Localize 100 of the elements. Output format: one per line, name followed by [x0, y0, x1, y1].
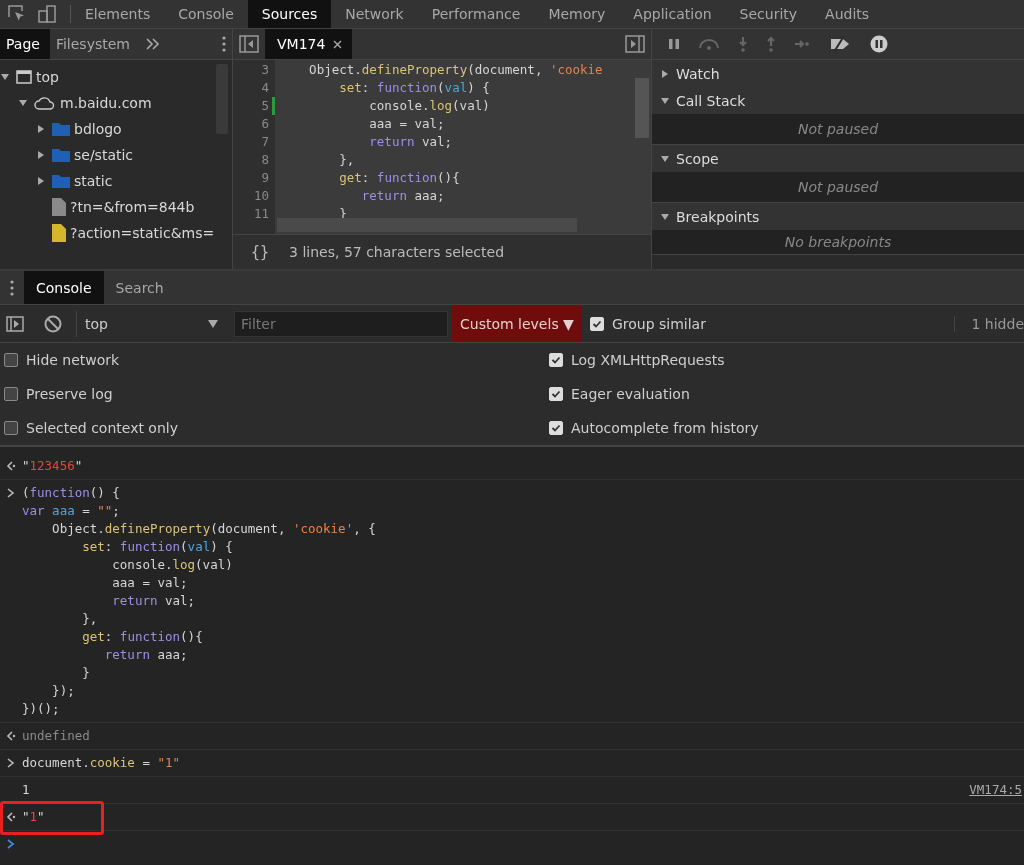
- tree-item[interactable]: se/static: [46, 142, 134, 168]
- section-header[interactable]: Watch: [652, 60, 1024, 87]
- tree-item[interactable]: ?tn=&from=844b: [46, 194, 195, 220]
- collapsed-arrow-icon[interactable]: [36, 150, 46, 160]
- cloud-icon: [34, 96, 56, 110]
- code-line: Object.defineProperty(document, 'cookie: [308, 61, 603, 79]
- panel-tab[interactable]: Network: [331, 0, 418, 28]
- line-number: 5: [233, 97, 275, 115]
- navigator-tab[interactable]: Page: [0, 29, 50, 59]
- result-arrow-icon: [6, 812, 16, 822]
- code-line: console.log(val): [111, 556, 234, 574]
- code-line: }: [81, 664, 91, 682]
- setting-label: Preserve log: [26, 386, 113, 402]
- code-line: Object.defineProperty(document, 'cookie', {: [51, 520, 377, 538]
- code-line: })();: [22, 700, 61, 718]
- panel-tab[interactable]: Application: [619, 0, 726, 28]
- line-number: 6: [260, 115, 270, 133]
- window-icon: [16, 70, 32, 84]
- checkmark-icon: [551, 389, 561, 399]
- tree-item[interactable]: top: [10, 64, 59, 90]
- expanded-arrow-icon[interactable]: [18, 99, 28, 107]
- panel-tab[interactable]: Performance: [417, 0, 535, 28]
- drawer-tab[interactable]: Console: [24, 271, 104, 304]
- checkmark-icon: [591, 318, 602, 329]
- input-chevron-icon: [7, 488, 15, 498]
- setting-label: Autocomplete from history: [571, 420, 759, 436]
- code-line: var aaa = "";: [22, 502, 121, 520]
- code-line: set: function(val) {: [81, 538, 234, 556]
- expanded-arrow-icon[interactable]: [660, 154, 670, 163]
- expanded-arrow-icon[interactable]: [660, 212, 670, 221]
- section-header[interactable]: Call Stack: [652, 87, 1024, 114]
- pause-icon[interactable]: [668, 38, 680, 50]
- scrollbar[interactable]: [635, 78, 649, 138]
- panel-tab[interactable]: Sources: [247, 0, 332, 28]
- panel-tab[interactable]: Console: [164, 0, 248, 28]
- collapsed-arrow-icon[interactable]: [660, 68, 670, 79]
- panel-tab[interactable]: Elements: [71, 0, 165, 28]
- hidden-count: 1 hidde: [954, 315, 1024, 332]
- checkbox[interactable]: [4, 353, 18, 367]
- result-text: "1": [22, 808, 46, 826]
- code-line: document.cookie = "1": [22, 754, 182, 772]
- empty-message: Not paused: [797, 121, 879, 137]
- source-link[interactable]: VM174:5: [963, 781, 1024, 798]
- setting-label: Selected context only: [26, 420, 178, 436]
- code-line: },: [81, 610, 99, 628]
- context-select[interactable]: top: [76, 310, 226, 337]
- tree-item[interactable]: ?action=static&ms=: [46, 220, 215, 246]
- collapsed-arrow-icon[interactable]: [36, 176, 46, 186]
- code-line: return aaa;: [103, 646, 189, 664]
- result-arrow-icon: [6, 731, 16, 741]
- line-number: 11: [252, 205, 270, 223]
- line-number: 7: [260, 133, 270, 151]
- folder-icon: [52, 122, 70, 136]
- log-levels-dropdown[interactable]: Custom levels ▼: [452, 305, 582, 342]
- drawer-tab[interactable]: Search: [103, 271, 176, 304]
- line-number: 4: [260, 79, 270, 97]
- panel-tab[interactable]: Security: [725, 0, 812, 28]
- setting-label: Log XMLHttpRequests: [571, 352, 725, 368]
- section-header[interactable]: Breakpoints: [652, 203, 1024, 230]
- close-icon[interactable]: [333, 39, 343, 49]
- expanded-arrow-icon[interactable]: [0, 73, 10, 81]
- inspect-icon[interactable]: [8, 5, 26, 23]
- result-text: "123456": [22, 457, 84, 475]
- pretty-print-button[interactable]: {}: [245, 243, 276, 261]
- navigator-tab[interactable]: Filesystem: [49, 29, 140, 59]
- code-line: });: [51, 682, 76, 700]
- panel-tab[interactable]: Memory: [534, 0, 620, 28]
- pause-exceptions-icon[interactable]: [870, 35, 888, 53]
- device-icon[interactable]: [38, 5, 56, 23]
- code-line: (function() {: [22, 484, 121, 502]
- checkbox-label: Group similar: [611, 315, 706, 332]
- code-line: aaa = val;: [368, 115, 446, 133]
- line-number: 3: [260, 61, 270, 79]
- code-line: },: [338, 151, 356, 169]
- empty-message: No breakpoints: [784, 234, 892, 250]
- filter-field[interactable]: Filter: [234, 310, 448, 337]
- collapsed-arrow-icon[interactable]: [36, 124, 46, 134]
- tree-item[interactable]: static: [46, 168, 113, 194]
- code-line: get: function(){: [81, 628, 204, 646]
- dropdown-caret-icon: [208, 319, 218, 328]
- section-header[interactable]: Scope: [652, 145, 1024, 172]
- code-line: return val;: [111, 592, 197, 610]
- setting-label: Hide network: [26, 352, 120, 368]
- result-arrow-icon: [6, 461, 16, 471]
- tree-item[interactable]: m.baidu.com: [28, 90, 152, 116]
- code-line: console.log(val): [368, 97, 491, 115]
- panel-tab[interactable]: Audits: [811, 0, 884, 28]
- code-line: aaa = val;: [111, 574, 189, 592]
- line-number: 10: [252, 187, 270, 205]
- line-number: 9: [260, 169, 270, 187]
- checkbox[interactable]: [4, 387, 18, 401]
- checkmark-icon: [551, 423, 561, 433]
- editor-tab[interactable]: VM174: [265, 29, 353, 59]
- log-text: 1: [22, 781, 31, 799]
- code-line: return val;: [368, 133, 454, 151]
- checkbox[interactable]: [4, 421, 18, 435]
- tree-item[interactable]: bdlogo: [46, 116, 122, 142]
- folder-icon: [52, 174, 70, 188]
- empty-message: Not paused: [797, 179, 879, 195]
- expanded-arrow-icon[interactable]: [660, 96, 670, 105]
